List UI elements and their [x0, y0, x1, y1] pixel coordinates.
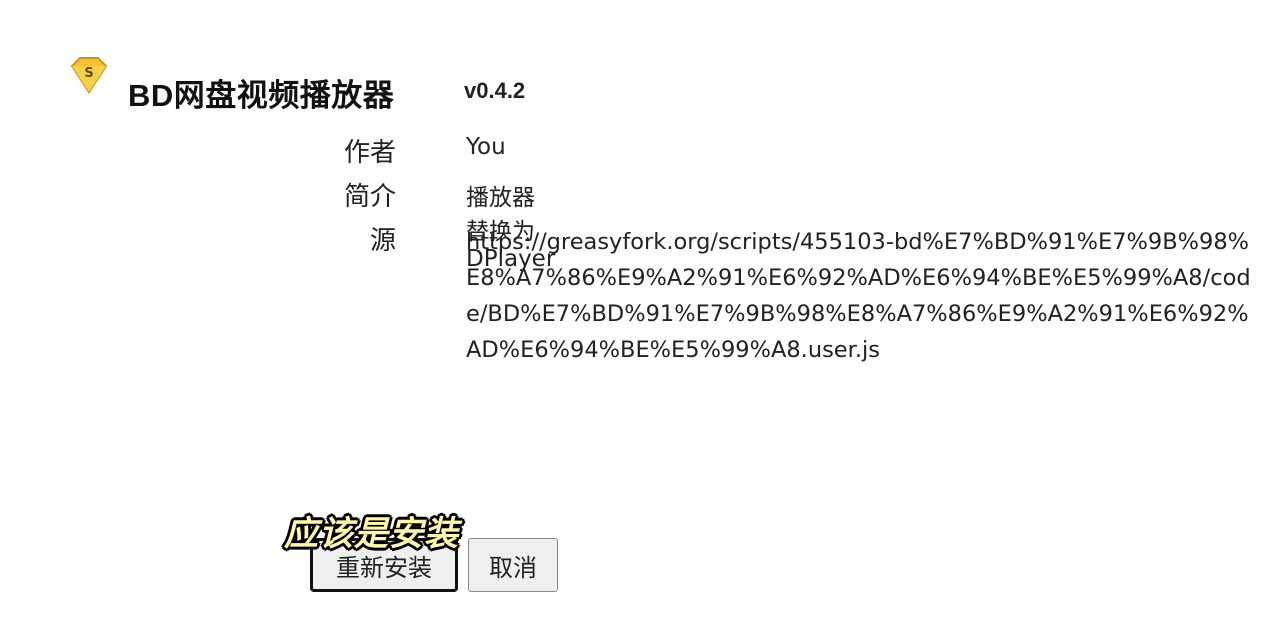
cancel-button[interactable]: 取消 — [468, 538, 558, 592]
sparkle-diamond-icon: S — [70, 57, 108, 94]
reinstall-button[interactable]: 重新安装 — [310, 538, 458, 592]
script-title: BD网盘视频播放器 — [128, 78, 395, 113]
source-url[interactable]: https://greasyfork.org/scripts/455103-bd… — [466, 224, 1256, 368]
source-label: 源 — [369, 226, 396, 256]
script-version: v0.4.2 — [464, 78, 526, 103]
script-header: S BD网盘视频播放器 v0.4.2 — [66, 56, 766, 120]
author-label: 作者 — [343, 138, 396, 168]
logo-glyph: S — [84, 66, 93, 81]
author-value: You — [466, 134, 506, 160]
description-label: 简介 — [343, 182, 396, 212]
